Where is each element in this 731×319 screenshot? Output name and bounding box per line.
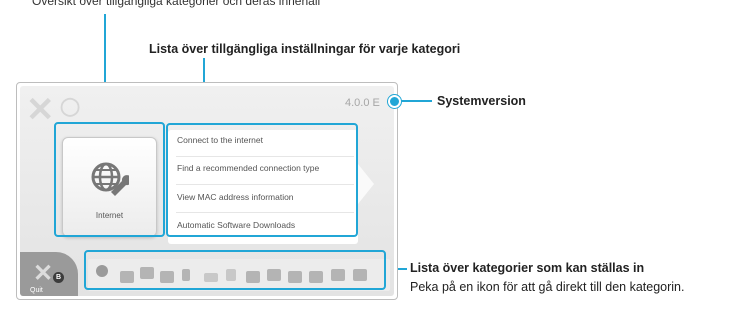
version-callout-dot xyxy=(388,95,401,108)
highlight-category xyxy=(54,122,165,237)
scroll-right-arrow[interactable] xyxy=(358,164,374,204)
watermark-x: ✕ xyxy=(26,91,55,129)
b-button-icon: B xyxy=(53,272,64,283)
system-version: 4.0.0 E xyxy=(345,97,380,109)
settings-list-label: Lista över tillgängliga inställningar fö… xyxy=(149,42,461,56)
quit-label: Quit xyxy=(30,287,43,294)
highlight-category-bar xyxy=(84,250,386,290)
system-version-label: Systemversion xyxy=(437,94,526,108)
quit-x-icon: ✕ xyxy=(33,260,54,287)
highlight-settings-list xyxy=(166,123,358,237)
watermark-circle: ◯ xyxy=(60,96,81,116)
top-annotation: Översikt över tillgängliga kategorier oc… xyxy=(32,0,321,8)
categories-list-label: Lista över kategorier som kan ställas in xyxy=(410,261,645,275)
leader-line-version xyxy=(398,100,432,102)
quit-button[interactable]: ✕ B Quit xyxy=(20,252,78,296)
categories-list-description: Peka på en ikon för att gå direkt till d… xyxy=(410,280,685,294)
